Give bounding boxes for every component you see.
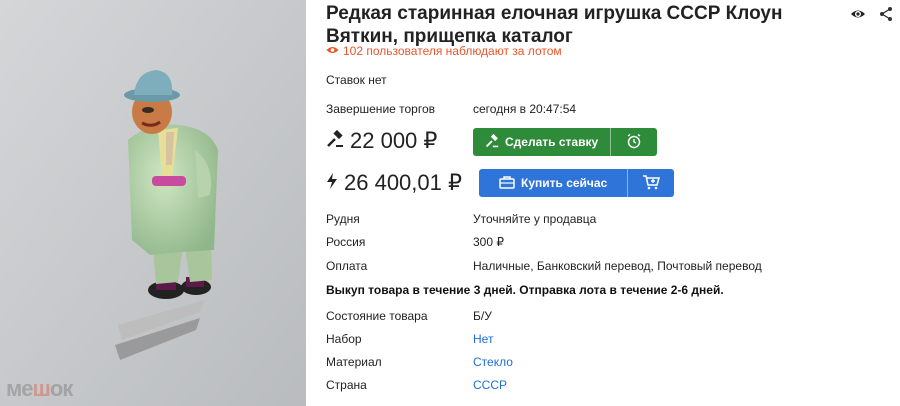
place-bid-button[interactable]: Сделать ставку (473, 128, 610, 156)
alarm-clock-icon (626, 133, 642, 152)
buy-now-button-group: Купить сейчас (479, 169, 675, 197)
spec-value-link[interactable]: Стекло (473, 355, 513, 369)
spec-label: Набор (326, 332, 362, 346)
gavel-icon (326, 128, 344, 154)
lightning-icon (326, 170, 338, 196)
watermark-logo: мешок (6, 376, 73, 401)
buy-now-label: Купить сейчас (521, 176, 608, 190)
spec-value-link[interactable]: СССР (473, 378, 507, 392)
current-price-value: 22 000 ₽ (350, 128, 438, 153)
place-bid-label: Сделать ставку (505, 135, 599, 149)
spec-value-link[interactable]: Нет (473, 332, 493, 346)
top-actions (850, 6, 894, 22)
buy-now-button[interactable]: Купить сейчас (479, 169, 627, 197)
eye-icon (326, 44, 339, 58)
spec-label: Оплата (326, 259, 368, 273)
lot-details: Редкая старинная елочная игрушка СССР Кл… (326, 0, 900, 406)
bids-text: Ставок нет (326, 73, 387, 87)
spec-label: Россия (326, 235, 366, 249)
eye-icon[interactable] (850, 6, 866, 22)
watchers-text: 102 пользователя наблюдают за лотом (343, 44, 562, 58)
lot-title: Редкая старинная елочная игрушка СССР Кл… (326, 3, 783, 47)
spec-label: Материал (326, 355, 382, 369)
current-price: 22 000 ₽ (326, 128, 437, 154)
reminder-button[interactable] (610, 128, 657, 156)
spec-value: Наличные, Банковский перевод, Почтовый п… (473, 259, 762, 273)
product-photo[interactable]: мешок (0, 0, 306, 406)
share-icon[interactable] (878, 6, 894, 22)
cart-add-icon (642, 174, 661, 193)
auction-end-label: Завершение торгов (326, 102, 436, 116)
gavel-icon (485, 133, 499, 151)
spec-label: Страна (326, 378, 367, 392)
auction-end-value: сегодня в 20:47:54 (473, 102, 577, 116)
add-to-cart-button[interactable] (627, 169, 674, 197)
clown-toy-image (0, 0, 306, 406)
bids-status: Ставок нет (326, 73, 387, 87)
watchers-count: 102 пользователя наблюдают за лотом (326, 44, 562, 58)
place-bid-button-group: Сделать ставку (473, 128, 658, 156)
spec-value: 300 ₽ (473, 235, 504, 249)
briefcase-icon (499, 175, 515, 192)
spec-value: Б/У (473, 309, 492, 323)
buy-now-price-value: 26 400,01 ₽ (344, 170, 462, 195)
spec-label: Рудня (326, 212, 360, 226)
spec-value: Уточняйте у продавца (473, 212, 597, 226)
buy-now-price: 26 400,01 ₽ (326, 170, 462, 196)
spec-label: Состояние товара (326, 309, 428, 323)
shipping-note: Выкуп товара в течение 3 дней. Отправка … (326, 283, 724, 297)
